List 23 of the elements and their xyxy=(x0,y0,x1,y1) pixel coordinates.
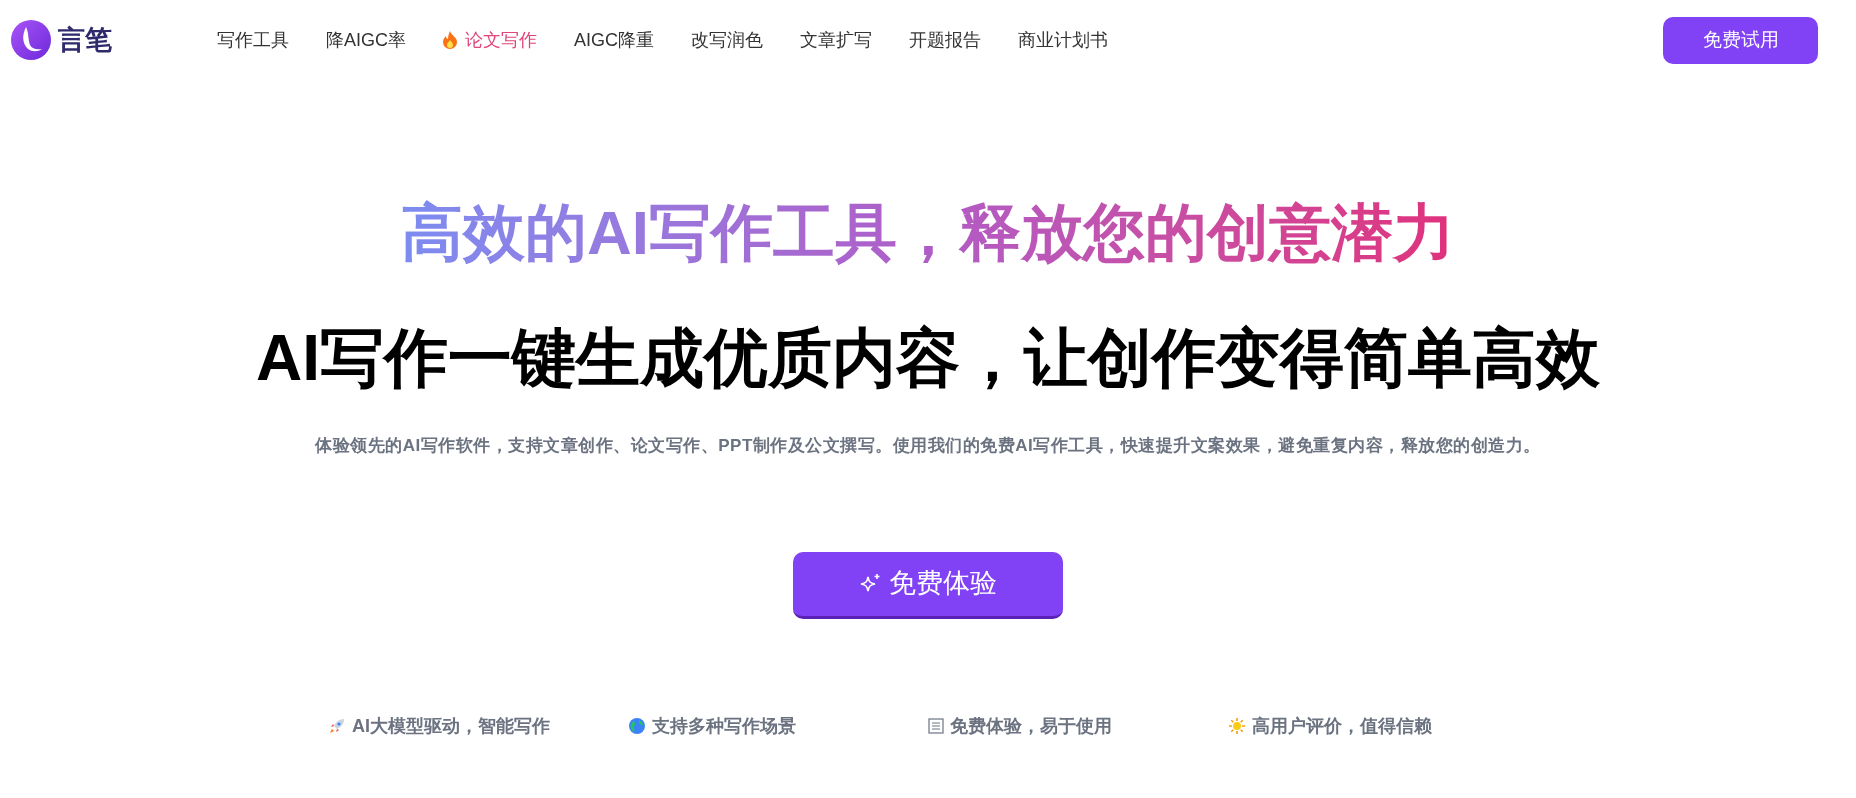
logo-icon[interactable] xyxy=(10,19,52,61)
nav-link[interactable]: 写作工具 xyxy=(217,26,289,54)
sun-icon xyxy=(1228,717,1246,735)
nav-link[interactable]: 文章扩写 xyxy=(800,26,873,54)
nav-link[interactable]: 开题报告 xyxy=(909,26,982,54)
globe-icon xyxy=(628,717,646,735)
flame-icon xyxy=(443,31,457,49)
feature-label: 高用户评价，值得信赖 xyxy=(1252,714,1432,738)
nav-link[interactable]: 降AIGC率 xyxy=(326,26,406,54)
hero-subheadline: AI写作一键生成优质内容，让创作变得简单高效 xyxy=(256,321,1600,396)
free-experience-button[interactable]: 免费体验 xyxy=(793,551,1063,619)
free-trial-button[interactable]: 免费试用 xyxy=(1663,16,1818,64)
nav-link[interactable]: 改写润色 xyxy=(691,26,764,54)
nav-link[interactable]: 论文写作 xyxy=(443,26,537,54)
feature-label: 免费体验，易于使用 xyxy=(950,714,1112,738)
brand-name: 言笔 xyxy=(58,23,112,57)
hero-description: 体验领先的AI写作软件，支持文章创作、论文写作、PPT制作及公文撰写。使用我们的免费AI写作工具，快速提升文案效果，避免重复内容，释放您的创造力。 xyxy=(315,435,1541,457)
feature-label: AI大模型驱动，智能写作 xyxy=(352,714,550,738)
missing-glyph-icon xyxy=(928,718,944,734)
feature-label: 支持多种写作场景 xyxy=(652,714,796,738)
nav-link[interactable]: 商业计划书 xyxy=(1018,26,1109,54)
rocket-icon xyxy=(328,717,346,735)
nav-link[interactable]: AIGC降重 xyxy=(574,26,655,54)
